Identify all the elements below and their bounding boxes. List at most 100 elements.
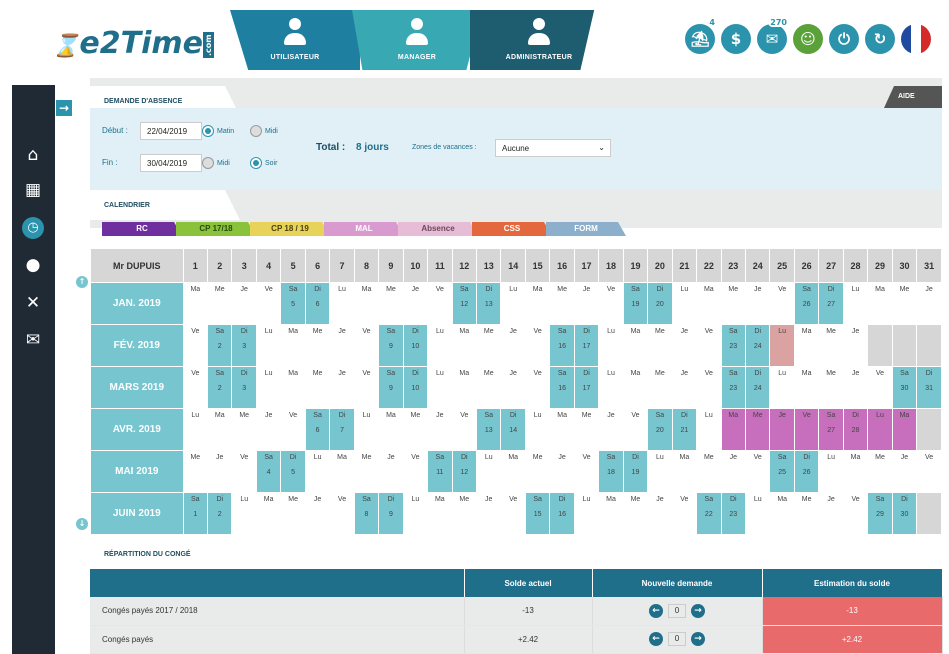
- day-cell[interactable]: Lu: [769, 324, 795, 367]
- day-cell[interactable]: Sa 23: [720, 366, 747, 409]
- day-cell[interactable]: Ve: [671, 492, 698, 535]
- day-cell[interactable]: Di 24: [744, 324, 771, 367]
- day-cell[interactable]: Lu: [867, 408, 893, 451]
- day-cell[interactable]: Sa 16: [549, 366, 575, 409]
- day-cell[interactable]: Ve: [769, 282, 795, 325]
- day-cell[interactable]: Ma: [207, 408, 233, 451]
- day-cell[interactable]: Sa 6: [304, 408, 331, 451]
- day-cell[interactable]: Ve: [329, 492, 355, 535]
- day-cell[interactable]: Je: [402, 282, 429, 325]
- day-cell[interactable]: Lu: [255, 366, 282, 409]
- day-cell[interactable]: Je: [671, 366, 698, 409]
- day-cell[interactable]: Sa 2: [207, 324, 233, 367]
- day-cell[interactable]: Ve: [573, 450, 600, 493]
- day-cell[interactable]: Sa 9: [378, 324, 404, 367]
- day-cell[interactable]: Ma: [427, 492, 453, 535]
- day-cell[interactable]: Ma: [696, 282, 722, 325]
- day-cell[interactable]: Sa 29: [867, 492, 893, 535]
- day-cell[interactable]: Je: [744, 282, 771, 325]
- nav-tab-manager[interactable]: MANAGER: [352, 10, 482, 70]
- quantity-input[interactable]: 0: [668, 603, 686, 618]
- day-cell[interactable]: Me: [231, 408, 257, 451]
- day-cell[interactable]: Ma: [793, 366, 820, 409]
- day-cell[interactable]: Lu: [524, 408, 551, 451]
- day-cell[interactable]: Ma: [451, 324, 478, 367]
- day-cell[interactable]: Me: [304, 366, 331, 409]
- day-cell[interactable]: Me: [573, 408, 600, 451]
- day-cell[interactable]: Lu: [304, 450, 331, 493]
- day-cell[interactable]: Ve: [427, 282, 453, 325]
- day-cell[interactable]: Ve: [280, 408, 306, 451]
- day-cell[interactable]: Lu: [842, 282, 869, 325]
- day-cell[interactable]: Lu: [476, 450, 502, 493]
- wallet-icon[interactable]: $: [721, 24, 751, 54]
- day-cell[interactable]: Ve: [500, 492, 526, 535]
- day-cell[interactable]: Lu: [598, 366, 624, 409]
- day-cell[interactable]: Sa 27: [818, 408, 844, 451]
- day-cell[interactable]: [867, 324, 893, 367]
- day-cell[interactable]: Di 10: [402, 324, 429, 367]
- day-cell[interactable]: Ma: [793, 324, 820, 367]
- day-cell[interactable]: Je: [818, 492, 844, 535]
- day-cell[interactable]: Lu: [182, 408, 209, 451]
- day-cell[interactable]: Je: [598, 408, 624, 451]
- day-cell[interactable]: Me: [476, 324, 502, 367]
- day-cell[interactable]: Di 24: [744, 366, 771, 409]
- day-cell[interactable]: Me: [476, 366, 502, 409]
- day-cell[interactable]: Ve: [696, 366, 722, 409]
- day-cell[interactable]: Me: [818, 324, 844, 367]
- day-cell[interactable]: [916, 492, 942, 535]
- scroll-up-icon[interactable]: ↑: [76, 276, 88, 288]
- power-icon[interactable]: ⏻: [829, 24, 859, 54]
- day-cell[interactable]: [916, 408, 942, 451]
- day-cell[interactable]: Ve: [231, 450, 257, 493]
- start-matin-radio[interactable]: [202, 125, 214, 137]
- day-cell[interactable]: Sa 16: [549, 324, 575, 367]
- day-cell[interactable]: [891, 324, 918, 367]
- zones-select[interactable]: Aucune ⌄: [495, 139, 611, 157]
- day-cell[interactable]: Ma: [182, 282, 209, 325]
- day-cell[interactable]: Lu: [427, 366, 453, 409]
- day-cell[interactable]: Ma: [329, 450, 355, 493]
- day-cell[interactable]: Lu: [231, 492, 257, 535]
- day-cell[interactable]: Sa 20: [647, 408, 673, 451]
- day-cell[interactable]: Lu: [769, 366, 795, 409]
- day-cell[interactable]: Di 20: [647, 282, 673, 325]
- end-date-input[interactable]: 30/04/2019: [140, 154, 202, 172]
- day-cell[interactable]: Me: [647, 324, 673, 367]
- day-cell[interactable]: Ve: [916, 450, 942, 493]
- day-cell[interactable]: Sa 19: [622, 282, 649, 325]
- day-cell[interactable]: Me: [280, 492, 306, 535]
- day-cell[interactable]: Ve: [182, 324, 209, 367]
- avatar[interactable]: ☺: [793, 24, 823, 54]
- day-cell[interactable]: Lu: [427, 324, 453, 367]
- day-cell[interactable]: Me: [549, 282, 575, 325]
- day-cell[interactable]: Je: [671, 324, 698, 367]
- day-cell[interactable]: Di 17: [573, 366, 600, 409]
- day-cell[interactable]: Ma: [378, 408, 404, 451]
- day-cell[interactable]: Me: [696, 450, 722, 493]
- day-cell[interactable]: Je: [255, 408, 282, 451]
- day-cell[interactable]: Ve: [696, 324, 722, 367]
- day-cell[interactable]: Me: [744, 408, 771, 451]
- day-cell[interactable]: Di 27: [818, 282, 844, 325]
- day-cell[interactable]: Ma: [842, 450, 869, 493]
- day-cell[interactable]: Sa 9: [378, 366, 404, 409]
- day-cell[interactable]: Je: [720, 450, 747, 493]
- day-cell[interactable]: [916, 324, 942, 367]
- day-cell[interactable]: Ve: [867, 366, 893, 409]
- day-cell[interactable]: Me: [304, 324, 331, 367]
- day-cell[interactable]: Di 23: [720, 492, 747, 535]
- help-button[interactable]: AIDE: [884, 86, 942, 108]
- mail-icon[interactable]: ✉ 270: [757, 18, 789, 54]
- day-cell[interactable]: Sa 22: [696, 492, 722, 535]
- day-cell[interactable]: Sa 1: [182, 492, 209, 535]
- day-cell[interactable]: Me: [353, 450, 380, 493]
- day-cell[interactable]: Sa 5: [280, 282, 306, 325]
- day-cell[interactable]: Di 3: [231, 366, 257, 409]
- day-cell[interactable]: Ma: [549, 408, 575, 451]
- end-midi-radio[interactable]: [202, 157, 214, 169]
- day-cell[interactable]: Lu: [671, 282, 698, 325]
- calendar-icon[interactable]: ▦: [22, 180, 44, 202]
- day-cell[interactable]: Di 14: [500, 408, 526, 451]
